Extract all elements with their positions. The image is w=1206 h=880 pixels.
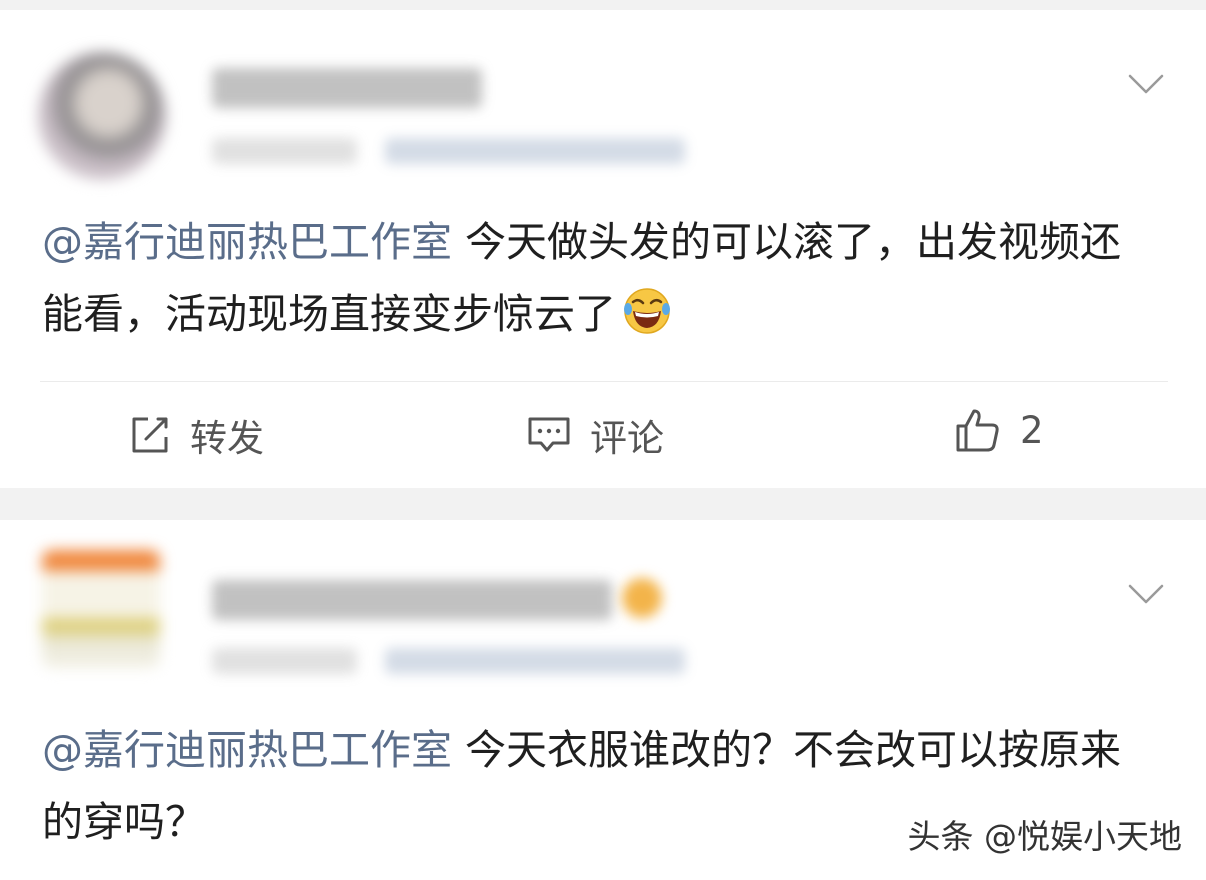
mention-link[interactable]: @嘉行迪丽热巴工作室 (42, 218, 452, 266)
laugh-cry-emoji (622, 286, 672, 336)
share-edit-icon (128, 413, 172, 457)
repost-button[interactable]: 转发 (128, 408, 264, 462)
repost-label: 转发 (190, 417, 264, 460)
like-count: 2 (1020, 408, 1044, 452)
avatar[interactable] (38, 52, 166, 180)
post-source-blurred (385, 138, 685, 164)
like-button[interactable]: 2 (954, 406, 1044, 454)
post-time-blurred (212, 648, 357, 674)
watermark: 头条 @悦娱小天地 (907, 817, 1183, 856)
avatar[interactable] (42, 550, 160, 668)
username-blurred[interactable] (212, 580, 612, 620)
chevron-down-icon[interactable] (1128, 72, 1164, 96)
thumbs-up-icon (954, 406, 1002, 454)
post-source-blurred (385, 648, 685, 674)
chevron-down-icon[interactable] (1128, 582, 1164, 606)
comment-button[interactable]: 评论 (526, 408, 664, 462)
comment-icon (526, 413, 572, 457)
post-card: @嘉行迪丽热巴工作室 今天做头发的可以滚了，出发视频还能看，活动现场直接变步惊云… (0, 10, 1206, 488)
verified-badge-blurred (622, 578, 662, 618)
mention-link[interactable]: @嘉行迪丽热巴工作室 (42, 726, 452, 774)
post-content: @嘉行迪丽热巴工作室 今天做头发的可以滚了，出发视频还能看，活动现场直接变步惊云… (42, 206, 1162, 350)
divider (40, 381, 1168, 382)
comment-label: 评论 (590, 417, 664, 460)
post-time-blurred (212, 138, 357, 164)
username-blurred[interactable] (212, 68, 482, 108)
